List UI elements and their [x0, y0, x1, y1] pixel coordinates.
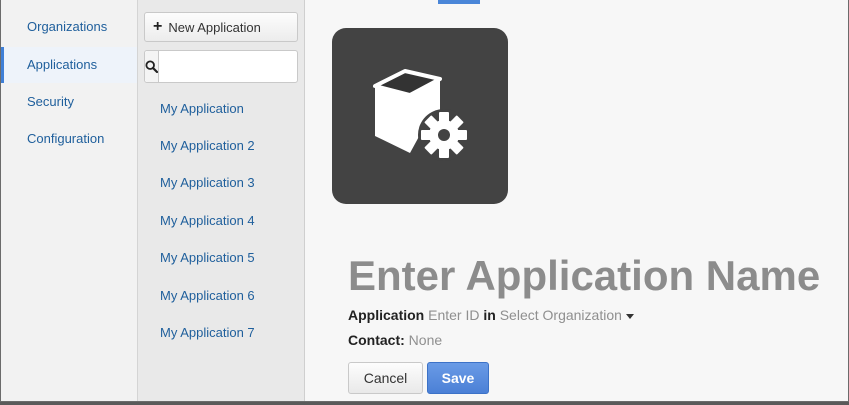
search-box: [144, 50, 347, 83]
organization-select-label: Select Organization: [499, 307, 622, 323]
applications-panel: + New Application My Application My Appl…: [138, 0, 347, 401]
application-name-field[interactable]: Enter Application Name: [348, 252, 820, 300]
app-window: Organizations Applications Security Conf…: [0, 0, 849, 402]
save-button[interactable]: Save: [427, 362, 489, 394]
application-list-item[interactable]: My Application 7: [160, 321, 300, 345]
plus-icon: +: [153, 18, 163, 35]
chevron-down-icon: [625, 313, 634, 319]
application-id-field[interactable]: Enter ID: [428, 307, 479, 323]
search-icon[interactable]: [145, 51, 159, 82]
contact-value[interactable]: None: [409, 332, 442, 348]
nav-item-configuration[interactable]: Configuration: [1, 121, 137, 157]
organization-select[interactable]: Select Organization: [500, 307, 634, 323]
new-application-label: New Application: [168, 19, 261, 35]
application-list-item[interactable]: My Application 3: [160, 171, 300, 195]
application-list-item[interactable]: My Application 4: [160, 209, 300, 233]
application-list-item[interactable]: My Application 2: [160, 134, 300, 158]
cancel-button[interactable]: Cancel: [348, 362, 423, 394]
application-gear-icon[interactable]: [332, 28, 508, 204]
new-application-button[interactable]: + New Application: [144, 12, 298, 42]
main-nav: Organizations Applications Security Conf…: [1, 0, 138, 401]
nav-item-applications[interactable]: Applications: [1, 47, 137, 83]
contact-label: Contact:: [348, 332, 405, 348]
application-id-row: Application Enter ID in Select Organizat…: [348, 307, 634, 323]
application-label: Application: [348, 307, 425, 323]
nav-item-organizations[interactable]: Organizations: [1, 9, 137, 45]
application-list-item[interactable]: My Application: [160, 97, 300, 121]
application-list-item[interactable]: My Application 6: [160, 284, 300, 308]
active-tab-indicator: [438, 0, 480, 4]
application-list-item[interactable]: My Application 5: [160, 246, 300, 270]
application-detail: Enter Application Name Application Enter…: [305, 0, 848, 401]
nav-item-security[interactable]: Security: [1, 84, 137, 120]
contact-row: Contact: None: [348, 332, 442, 348]
in-label: in: [483, 307, 496, 323]
